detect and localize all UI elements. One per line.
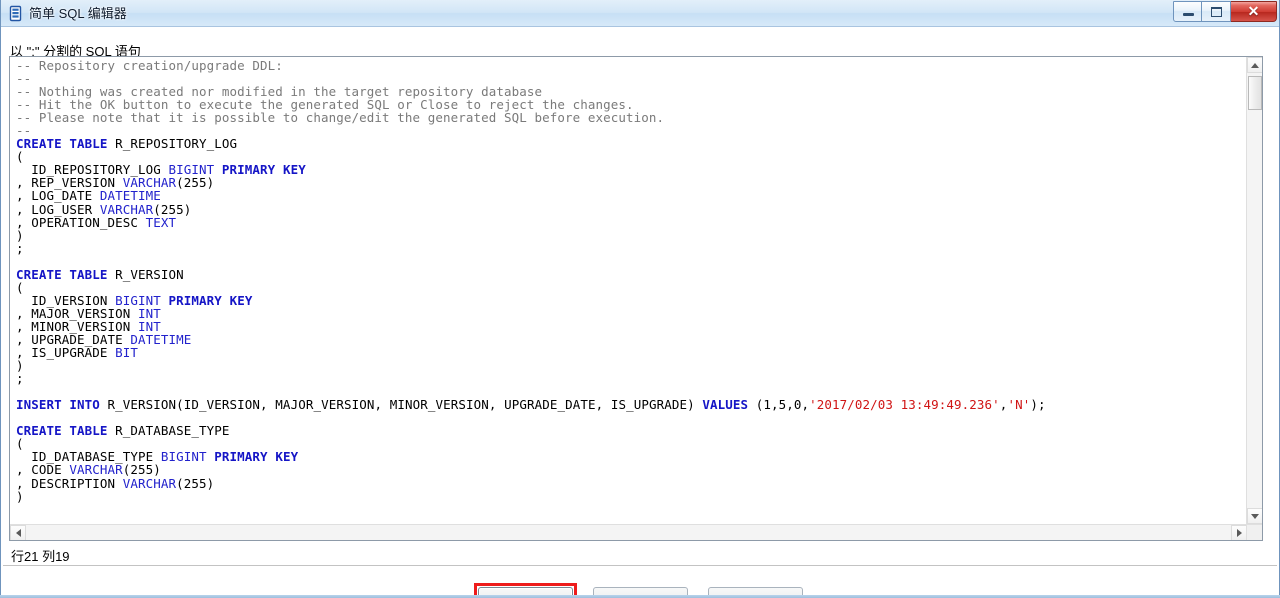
dialog-client-area: 以 ";" 分割的 SQL 语句 -- Repository creation/…	[1, 27, 1279, 597]
window-titlebar[interactable]: 简单 SQL 编辑器 ✕	[1, 0, 1279, 27]
sql-code-area[interactable]: -- Repository creation/upgrade DDL: -- -…	[10, 57, 1247, 524]
sql-editor-window: 简单 SQL 编辑器 ✕ 以 ";" 分割的 SQL 语句 -- Reposit…	[0, 0, 1280, 598]
scroll-up-arrow-icon	[1251, 62, 1259, 68]
panel-divider	[3, 565, 1277, 566]
cursor-position-status: 行21 列19	[11, 549, 70, 564]
scroll-left-arrow-button[interactable]	[10, 525, 26, 540]
close-icon: ✕	[1247, 3, 1260, 19]
window-title: 简单 SQL 编辑器	[29, 6, 127, 21]
scroll-right-arrow-button[interactable]	[1231, 525, 1247, 540]
scrollbar-corner	[1246, 524, 1262, 540]
vertical-scrollbar[interactable]	[1246, 57, 1262, 524]
scroll-down-arrow-button[interactable]	[1247, 508, 1262, 524]
minimize-icon	[1183, 13, 1194, 16]
scroll-right-arrow-icon	[1236, 529, 1242, 537]
minimize-button[interactable]	[1173, 1, 1202, 22]
sql-code-text[interactable]: -- Repository creation/upgrade DDL: -- -…	[10, 57, 1247, 503]
horizontal-scrollbar[interactable]	[10, 524, 1247, 540]
maximize-icon	[1211, 7, 1222, 17]
sql-editor-frame: -- Repository creation/upgrade DDL: -- -…	[9, 56, 1263, 541]
scroll-left-arrow-icon	[15, 529, 21, 537]
vertical-scrollbar-thumb[interactable]	[1248, 76, 1262, 110]
scroll-up-arrow-button[interactable]	[1247, 57, 1262, 73]
window-controls: ✕	[1173, 1, 1277, 22]
close-window-button[interactable]: ✕	[1231, 1, 1277, 22]
maximize-button[interactable]	[1202, 1, 1231, 22]
database-table-icon	[9, 5, 22, 22]
screen-root: Welcome Meet the Family Credits Marry So…	[0, 0, 1280, 598]
scroll-down-arrow-icon	[1251, 513, 1259, 519]
